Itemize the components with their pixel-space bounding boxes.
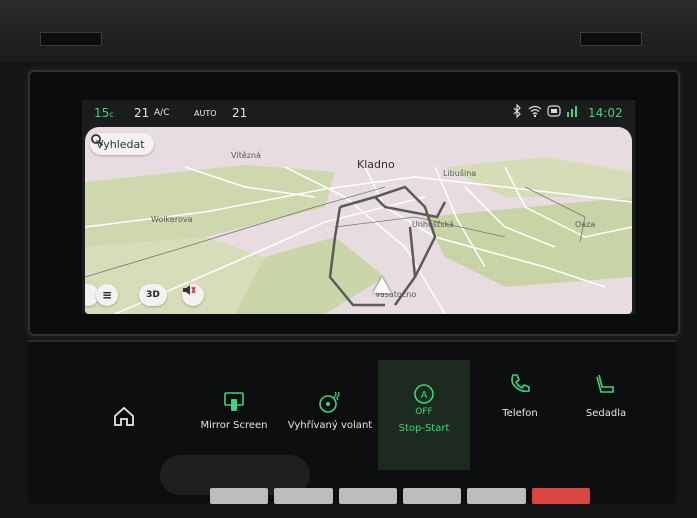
view-mode-label: 3D [146,290,160,300]
switch-key[interactable] [467,488,526,504]
menu-icon: ≡ [101,288,113,302]
mute-guidance-button[interactable] [182,284,204,306]
passenger-temperature[interactable]: 21 [232,106,247,120]
phone-button[interactable]: Telefon [474,360,566,470]
phone-icon [511,374,530,393]
car-connect-icon [547,104,561,121]
search-button[interactable]: Vyhledat [90,133,154,155]
bluetooth-icon [512,103,522,121]
tile-label: Vyhřívaný volant [287,420,373,431]
clock: 14:02 [588,106,623,120]
place-label: Vítězná [231,151,261,160]
seats-button[interactable]: Sedadla [560,360,652,470]
switch-key[interactable] [210,488,269,504]
tile-label: Stop-Start [398,423,450,434]
stop-start-state: OFF [415,407,433,417]
stop-start-button[interactable]: A OFF Stop-Start [378,360,470,470]
shortcut-bar: Mirror Screen Vyhřívaný volant A OFF Sto… [28,340,676,504]
place-label: Wolkerova [151,215,193,224]
view-mode-button[interactable]: 3D [139,284,167,306]
mirror-screen-button[interactable]: Mirror Screen [188,360,280,470]
dashboard-vent [0,0,697,62]
status-bar: 15c 21 A/C AUTO 21 14:02 [82,100,635,128]
place-label: Kladno [357,158,395,171]
tile-label: Sedadla [585,408,627,419]
search-icon [91,134,104,147]
driver-temperature[interactable]: 21 [134,106,149,120]
seat-icon [596,374,614,393]
tile-label: Telefon [502,408,538,419]
stop-start-icon: A [414,384,434,404]
vent-slot [580,32,642,46]
switch-key[interactable] [338,488,397,504]
current-position-marker [373,277,391,293]
mirror-screen-icon [224,392,244,411]
place-label: Unhošťská [412,220,454,229]
place-label: Oaza [575,220,596,229]
infotainment-screen: 15c 21 A/C AUTO 21 14:02 Vyhledat Vítězn… [82,100,635,314]
tile-label: Mirror Screen [200,420,268,431]
heated-steering-icon [319,391,340,413]
auto-status[interactable]: AUTO [194,109,217,118]
vent-slot [40,32,102,46]
home-button[interactable] [86,360,162,470]
signal-icon [566,104,578,121]
navigation-map[interactable]: Vyhledat Vítězná Kladno Libušina Wolkero… [85,127,632,314]
place-label: Libušina [443,169,477,178]
svg-text:A: A [421,390,428,401]
hazard-switch-row [210,488,590,504]
ac-status[interactable]: A/C [154,108,169,118]
muted-speaker-icon [183,285,196,295]
heated-steering-wheel-button[interactable]: Vyhřívaný volant [284,360,376,470]
wifi-icon [528,104,542,121]
switch-key[interactable] [402,488,462,504]
switch-key[interactable] [274,488,333,504]
home-icon [114,406,134,426]
menu-button[interactable]: ≡ [96,284,118,306]
hazard-button[interactable] [531,488,590,504]
outside-temperature: 15c [94,106,114,120]
